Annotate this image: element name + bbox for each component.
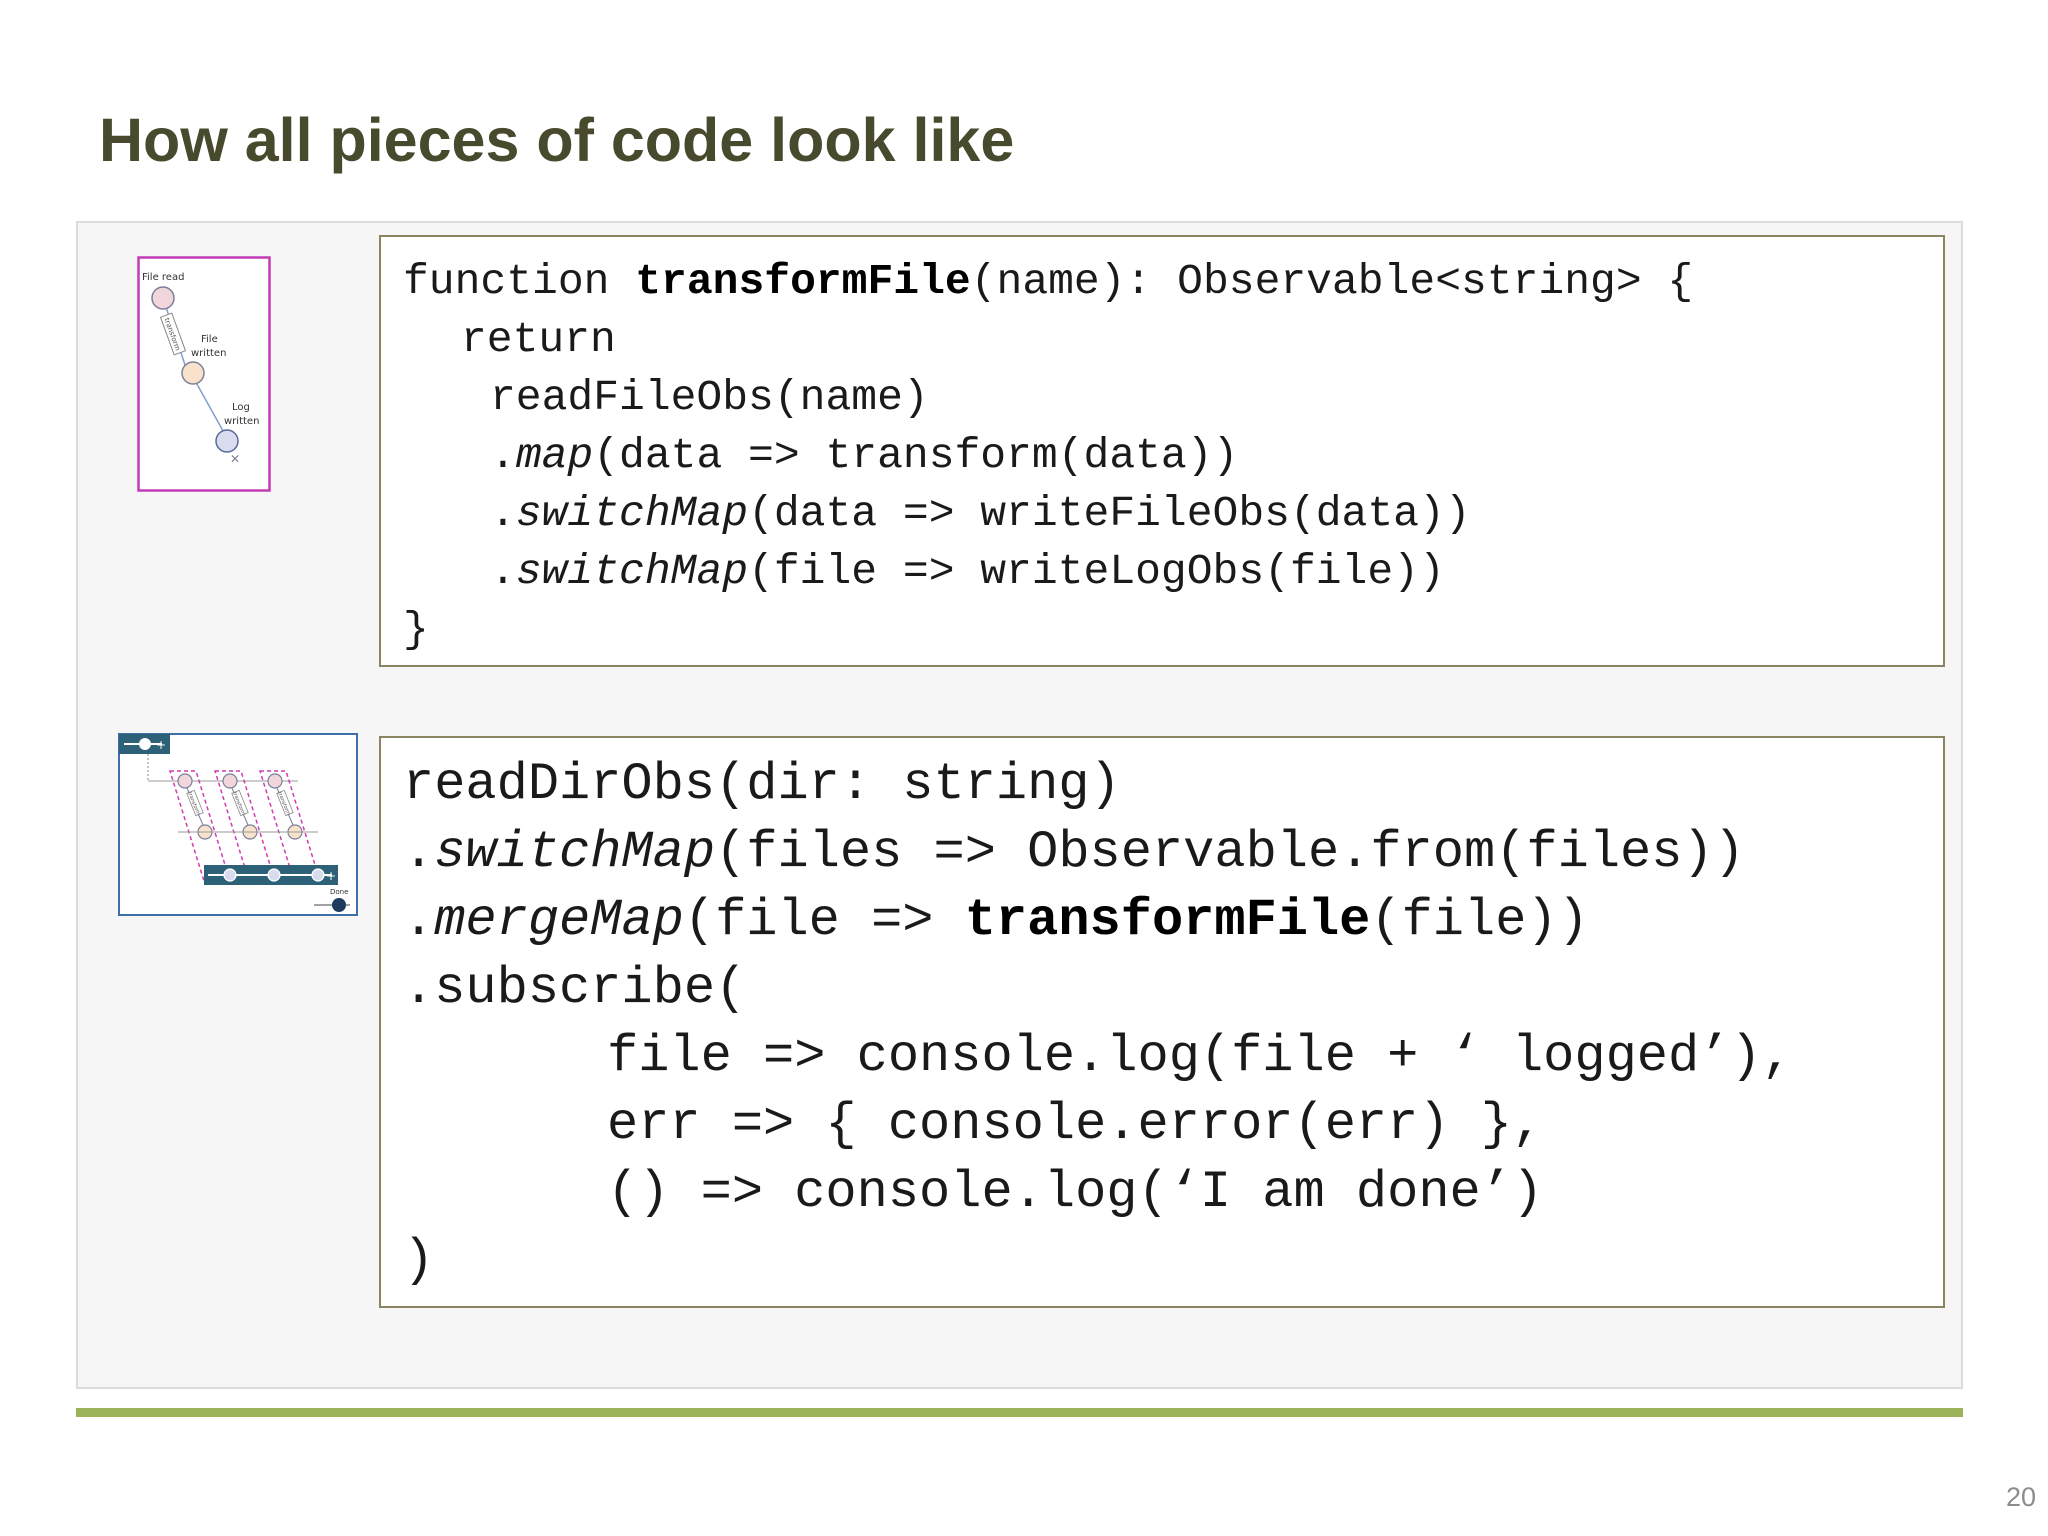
code-listing: function transformFile(name): Observable… [381, 237, 1943, 659]
operator-name: switchMap [515, 489, 749, 538]
code-text: (data => transform(data)) [593, 431, 1239, 480]
code-line: function transformFile(name): Observable… [403, 253, 1943, 311]
code-text: . [403, 823, 435, 882]
done-marble [332, 898, 346, 912]
code-text: . [490, 547, 516, 596]
code-line: .subscribe( [403, 959, 747, 1018]
merged-marble [311, 868, 325, 882]
code-text: (data => writeFileObs(data)) [748, 489, 1471, 538]
code-line: err => { console.error(err) }, [607, 1095, 1544, 1154]
operator-name: switchMap [434, 823, 716, 882]
log-written-label: written [224, 416, 259, 427]
page-number: 20 [2005, 1482, 2036, 1512]
read-dir-marble-diagram: + transform transform transform + Done [118, 733, 358, 916]
code-text: (file => [683, 891, 965, 950]
merged-marble [223, 868, 237, 882]
code-line: } [403, 605, 429, 654]
code-line: return [461, 315, 616, 364]
function-name: transformFile [635, 257, 971, 306]
code-text: . [490, 431, 516, 480]
file-read-marble [151, 286, 175, 310]
source-complete-icon: + [156, 738, 166, 752]
inner-marble [267, 773, 283, 789]
code-listing: readDirObs(dir: string) .switchMap(files … [381, 738, 1943, 1295]
code-line: .switchMap(file => writeLogObs(file)) [403, 543, 1943, 601]
code-text: (name): Observable<string> { [970, 257, 1694, 306]
code-line: .switchMap(data => writeFileObs(data)) [403, 485, 1943, 543]
file-written-marble [181, 361, 205, 385]
code-line: readDirObs(dir: string) [403, 755, 1121, 814]
code-line: readFileObs(name) [490, 373, 929, 422]
merged-marble [267, 868, 281, 882]
log-written-marble [215, 429, 239, 453]
inner-marble [222, 773, 238, 789]
file-read-label: File read [142, 272, 184, 283]
complete-mark-icon: ✕ [230, 452, 240, 466]
operator-name: mergeMap [434, 891, 684, 950]
transform-file-marble-diagram: File read transform File written Log wri… [137, 256, 271, 492]
read-dir-code-block: readDirObs(dir: string) .switchMap(files … [379, 736, 1945, 1308]
code-text: (file => writeLogObs(file)) [748, 547, 1445, 596]
slide-title: How all pieces of code look like [99, 106, 1015, 174]
code-text: . [490, 489, 516, 538]
log-label: Log [232, 402, 250, 413]
written-label: written [191, 348, 226, 359]
done-label: Done [330, 888, 348, 896]
operator-name: map [515, 431, 594, 480]
code-text: (file)) [1370, 891, 1589, 950]
code-line: .mergeMap(file => transformFile(file)) [403, 887, 1943, 955]
code-line: () => console.log(‘I am done’) [607, 1163, 1544, 1222]
code-text: . [403, 891, 435, 950]
merged-complete-icon: + [326, 869, 336, 883]
code-text: (files => Observable.from(files)) [715, 823, 1745, 882]
file-label: File [201, 334, 218, 345]
footer-accent-line [76, 1408, 1963, 1417]
code-line: .switchMap(files => Observable.from(file… [403, 819, 1943, 887]
transform-file-code-block: function transformFile(name): Observable… [379, 235, 1945, 667]
source-marble [139, 738, 151, 750]
function-name: transformFile [964, 891, 1371, 950]
code-keyword: function [403, 257, 636, 306]
code-line: file => console.log(file + ‘ logged’), [607, 1027, 1793, 1086]
inner-marble [177, 773, 193, 789]
code-line: ) [403, 1231, 435, 1290]
operator-name: switchMap [515, 547, 749, 596]
code-line: .map(data => transform(data)) [403, 427, 1943, 485]
